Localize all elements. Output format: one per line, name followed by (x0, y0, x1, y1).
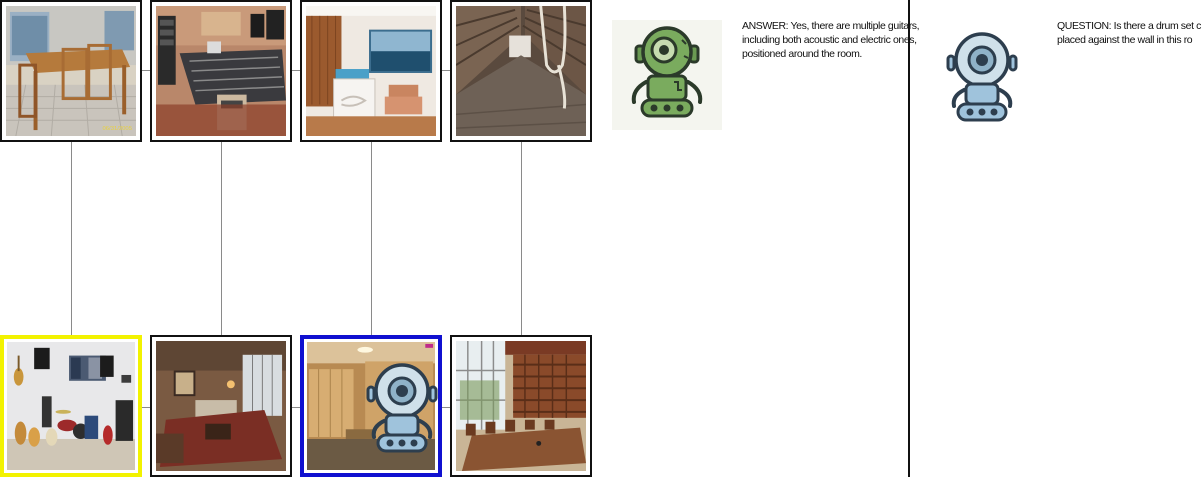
image-card-recording-studio[interactable] (150, 0, 292, 142)
blue-robot-icon (946, 32, 1018, 122)
image-card-dining-room[interactable]: 06/31/2005 (0, 0, 142, 142)
image-card-reception-lobby[interactable] (300, 0, 442, 142)
viewer-stage: 06/31/2005 ANSWER: Yes, there are multip… (0, 0, 1204, 477)
green-robot-icon (631, 26, 703, 118)
answer-avatar (612, 20, 722, 130)
image-card-locker-room[interactable] (300, 335, 442, 477)
image-card-attic[interactable] (450, 0, 592, 142)
recording-studio-photo (156, 6, 286, 136)
image-card-music-room[interactable] (0, 335, 142, 477)
connector-line (71, 140, 72, 337)
connector-line (221, 140, 222, 337)
robot-icon (366, 363, 438, 453)
reception-lobby-photo (306, 6, 436, 136)
panel-divider (908, 0, 910, 477)
question-text: QUESTION: Is there a drum set c placed a… (1057, 20, 1201, 46)
connector-line (371, 140, 372, 337)
image-card-living-room[interactable] (150, 335, 292, 477)
image-card-library-conference-room[interactable] (450, 335, 592, 477)
dining-room-photo: 06/31/2005 (6, 6, 136, 136)
date-stamp: 06/31/2005 (103, 126, 133, 132)
attic-photo (456, 6, 586, 136)
library-conference-room-photo (456, 341, 586, 471)
music-room-photo (7, 342, 135, 470)
living-room-photo (156, 341, 286, 471)
answer-text: ANSWER: Yes, there are multiple guitars,… (742, 20, 920, 60)
connector-line (521, 140, 522, 337)
